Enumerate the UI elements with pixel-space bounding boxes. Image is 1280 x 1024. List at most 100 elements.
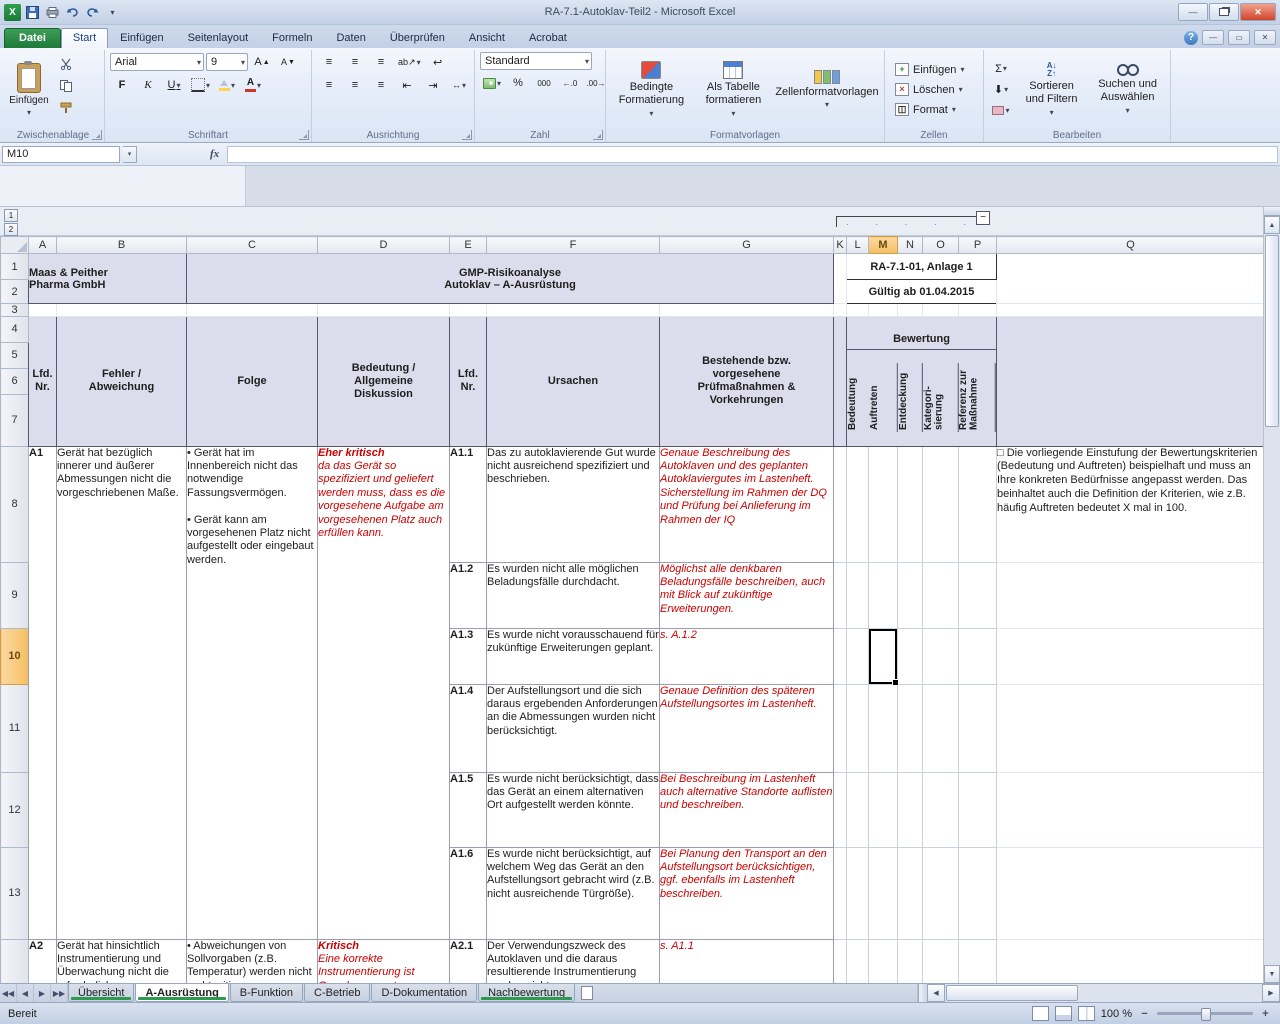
cell-folge-A1[interactable]: • Gerät hat im Innenbereich nicht das no… (187, 446, 318, 939)
ribbon-tab-daten[interactable]: Daten (324, 28, 377, 48)
row-header-6[interactable]: 6 (1, 368, 29, 394)
cell-bedeutung-A1[interactable]: Eher kritischda das Gerät so spezifizier… (318, 446, 450, 939)
cell-ursache-A2.1[interactable]: Der Verwendungszweck des Autoklaven und … (487, 939, 660, 983)
sheet-tab-d-dokumentation[interactable]: D-Dokumentation (371, 984, 477, 1002)
cell-Q1[interactable] (997, 254, 1264, 304)
font-size-combo[interactable]: 9▾ (206, 53, 248, 71)
comma-style-button[interactable]: 000 (532, 73, 556, 93)
sheet-tab-übersicht[interactable]: Übersicht (68, 984, 134, 1002)
sheet-tab-b-funktion[interactable]: B-Funktion (230, 984, 303, 1002)
horizontal-scroll-thumb[interactable] (946, 985, 1078, 1001)
cell-K3[interactable] (834, 304, 847, 317)
scroll-down-button[interactable]: ▼ (1264, 965, 1280, 983)
cell-F3[interactable] (487, 304, 660, 317)
ribbon-tab-seitenlayout[interactable]: Seitenlayout (176, 28, 261, 48)
horizontal-scrollbar[interactable]: ◀ ▶ (917, 984, 1280, 1002)
cell-Q9[interactable] (997, 562, 1264, 628)
cell-K1[interactable] (834, 254, 847, 304)
select-all-corner[interactable] (1, 237, 29, 254)
col-header-Q[interactable]: Q (997, 237, 1264, 254)
cell-M13[interactable] (869, 847, 898, 939)
cell-massnahme-A1.5[interactable]: Bei Beschreibung im Lastenheft auch alte… (660, 772, 834, 847)
ribbon-tab-ansicht[interactable]: Ansicht (457, 28, 517, 48)
vertical-scrollbar[interactable]: ▲ ▼ (1263, 207, 1280, 983)
cell-P14[interactable] (959, 939, 997, 983)
previous-sheet-button[interactable]: ◀ (17, 984, 34, 1002)
rating-header-5[interactable]: Referenz zur Maßnahme (958, 363, 996, 432)
cell-ursache-A1.1[interactable]: Das zu autoklavierende Gut wurde nicht a… (487, 446, 660, 562)
ribbon-tab-einfügen[interactable]: Einfügen (108, 28, 175, 48)
cell-K12[interactable] (834, 772, 847, 847)
merge-center-button[interactable]: ↔▾ (447, 75, 471, 95)
row-header-8[interactable]: 8 (1, 446, 29, 562)
col-header-D[interactable]: D (318, 237, 450, 254)
find-select-button[interactable]: Suchen und Auswählen ▾ (1090, 52, 1165, 127)
shrink-font-button[interactable]: A▼ (276, 52, 300, 72)
normal-view-button[interactable] (1032, 1006, 1049, 1021)
cell-massnahme-A1.3[interactable]: s. A.1.2 (660, 628, 834, 684)
cell-N13[interactable] (898, 847, 923, 939)
cell-L13[interactable] (847, 847, 869, 939)
cell-P12[interactable] (959, 772, 997, 847)
col-header-O[interactable]: O (923, 237, 959, 254)
cell-K9[interactable] (834, 562, 847, 628)
col-header-E[interactable]: E (450, 237, 487, 254)
page-layout-view-button[interactable] (1055, 1006, 1072, 1021)
col-header-B[interactable]: B (57, 237, 187, 254)
cell-valid[interactable]: Gültig ab 01.04.2015 (847, 280, 997, 304)
cell-N12[interactable] (898, 772, 923, 847)
increase-indent-button[interactable]: ⇥ (421, 75, 445, 95)
format-as-table-button[interactable]: Als Tabelle formatieren ▾ (694, 59, 773, 119)
cell-cause-id-A1.1[interactable]: A1.1 (450, 446, 487, 562)
row-header-7[interactable]: 7 (1, 394, 29, 446)
col-header-K[interactable]: K (834, 237, 847, 254)
cell-M9[interactable] (869, 562, 898, 628)
zoom-slider[interactable] (1157, 1012, 1253, 1015)
cell-ursache-A1.4[interactable]: Der Aufstellungsort und die sich daraus … (487, 684, 660, 772)
print-button[interactable] (44, 4, 61, 21)
cell-ursache-A1.5[interactable]: Es wurde nicht berücksichtigt, dass das … (487, 772, 660, 847)
col-header-F[interactable]: F (487, 237, 660, 254)
header-bewertung-block[interactable]: Bewertung BedeutungAuftretenEntdeckungKa… (847, 317, 997, 447)
rating-header-4[interactable]: Kategori- sierung (923, 363, 959, 432)
cell-bedeutung-A2[interactable]: KritischEine korrekte Instrumentierung i… (318, 939, 450, 983)
cell-M12[interactable] (869, 772, 898, 847)
outline-level-1-button[interactable]: 1 (4, 209, 18, 222)
cell-cause-id-A2.1[interactable]: A2.1 (450, 939, 487, 983)
cell-L8[interactable] (847, 446, 869, 562)
cut-button[interactable] (55, 54, 77, 74)
number-format-combo[interactable]: Standard▾ (480, 52, 592, 70)
sheet-tab-nachbewertung[interactable]: Nachbewertung (478, 984, 575, 1002)
align-left-button[interactable]: ≡ (317, 75, 341, 95)
copy-button[interactable] (55, 76, 77, 96)
format-painter-button[interactable] (55, 98, 77, 118)
clear-button[interactable]: ▾ (989, 101, 1013, 121)
cell-K10[interactable] (834, 628, 847, 684)
cell-N14[interactable] (898, 939, 923, 983)
col-header-C[interactable]: C (187, 237, 318, 254)
cell-O8[interactable] (923, 446, 959, 562)
zoom-in-button[interactable]: + (1259, 1007, 1272, 1020)
formula-input[interactable] (227, 146, 1278, 163)
restore-window-button[interactable] (1209, 3, 1239, 21)
cell-K13[interactable] (834, 847, 847, 939)
sheet-tab-a-ausrüstung[interactable]: A-Ausrüstung (135, 984, 228, 1002)
row-header-13[interactable]: 13 (1, 847, 29, 939)
workbook-restore-button[interactable]: ▭ (1228, 30, 1250, 45)
col-header-N[interactable]: N (898, 237, 923, 254)
align-center-button[interactable]: ≡ (343, 75, 367, 95)
cell-M8[interactable] (869, 446, 898, 562)
cell-L12[interactable] (847, 772, 869, 847)
decrease-decimal-button[interactable]: .00→ (584, 73, 608, 93)
row-header-2[interactable]: 2 (1, 280, 29, 304)
cell-massnahme-A1.2[interactable]: Möglichst alle denkbaren Beladungsfälle … (660, 562, 834, 628)
cell-O10[interactable] (923, 628, 959, 684)
cell-doc-title[interactable]: GMP-Risikoanalyse Autoklav – A-Ausrüstun… (187, 254, 834, 304)
delete-cells-button[interactable]: ×Löschen▾ (890, 80, 978, 100)
row-header-1[interactable]: 1 (1, 254, 29, 280)
next-sheet-button[interactable]: ▶ (34, 984, 51, 1002)
redo-button[interactable] (84, 4, 101, 21)
scroll-right-button[interactable]: ▶ (1262, 984, 1280, 1002)
cell-Q13[interactable] (997, 847, 1264, 939)
cell-cause-id-A1.4[interactable]: A1.4 (450, 684, 487, 772)
